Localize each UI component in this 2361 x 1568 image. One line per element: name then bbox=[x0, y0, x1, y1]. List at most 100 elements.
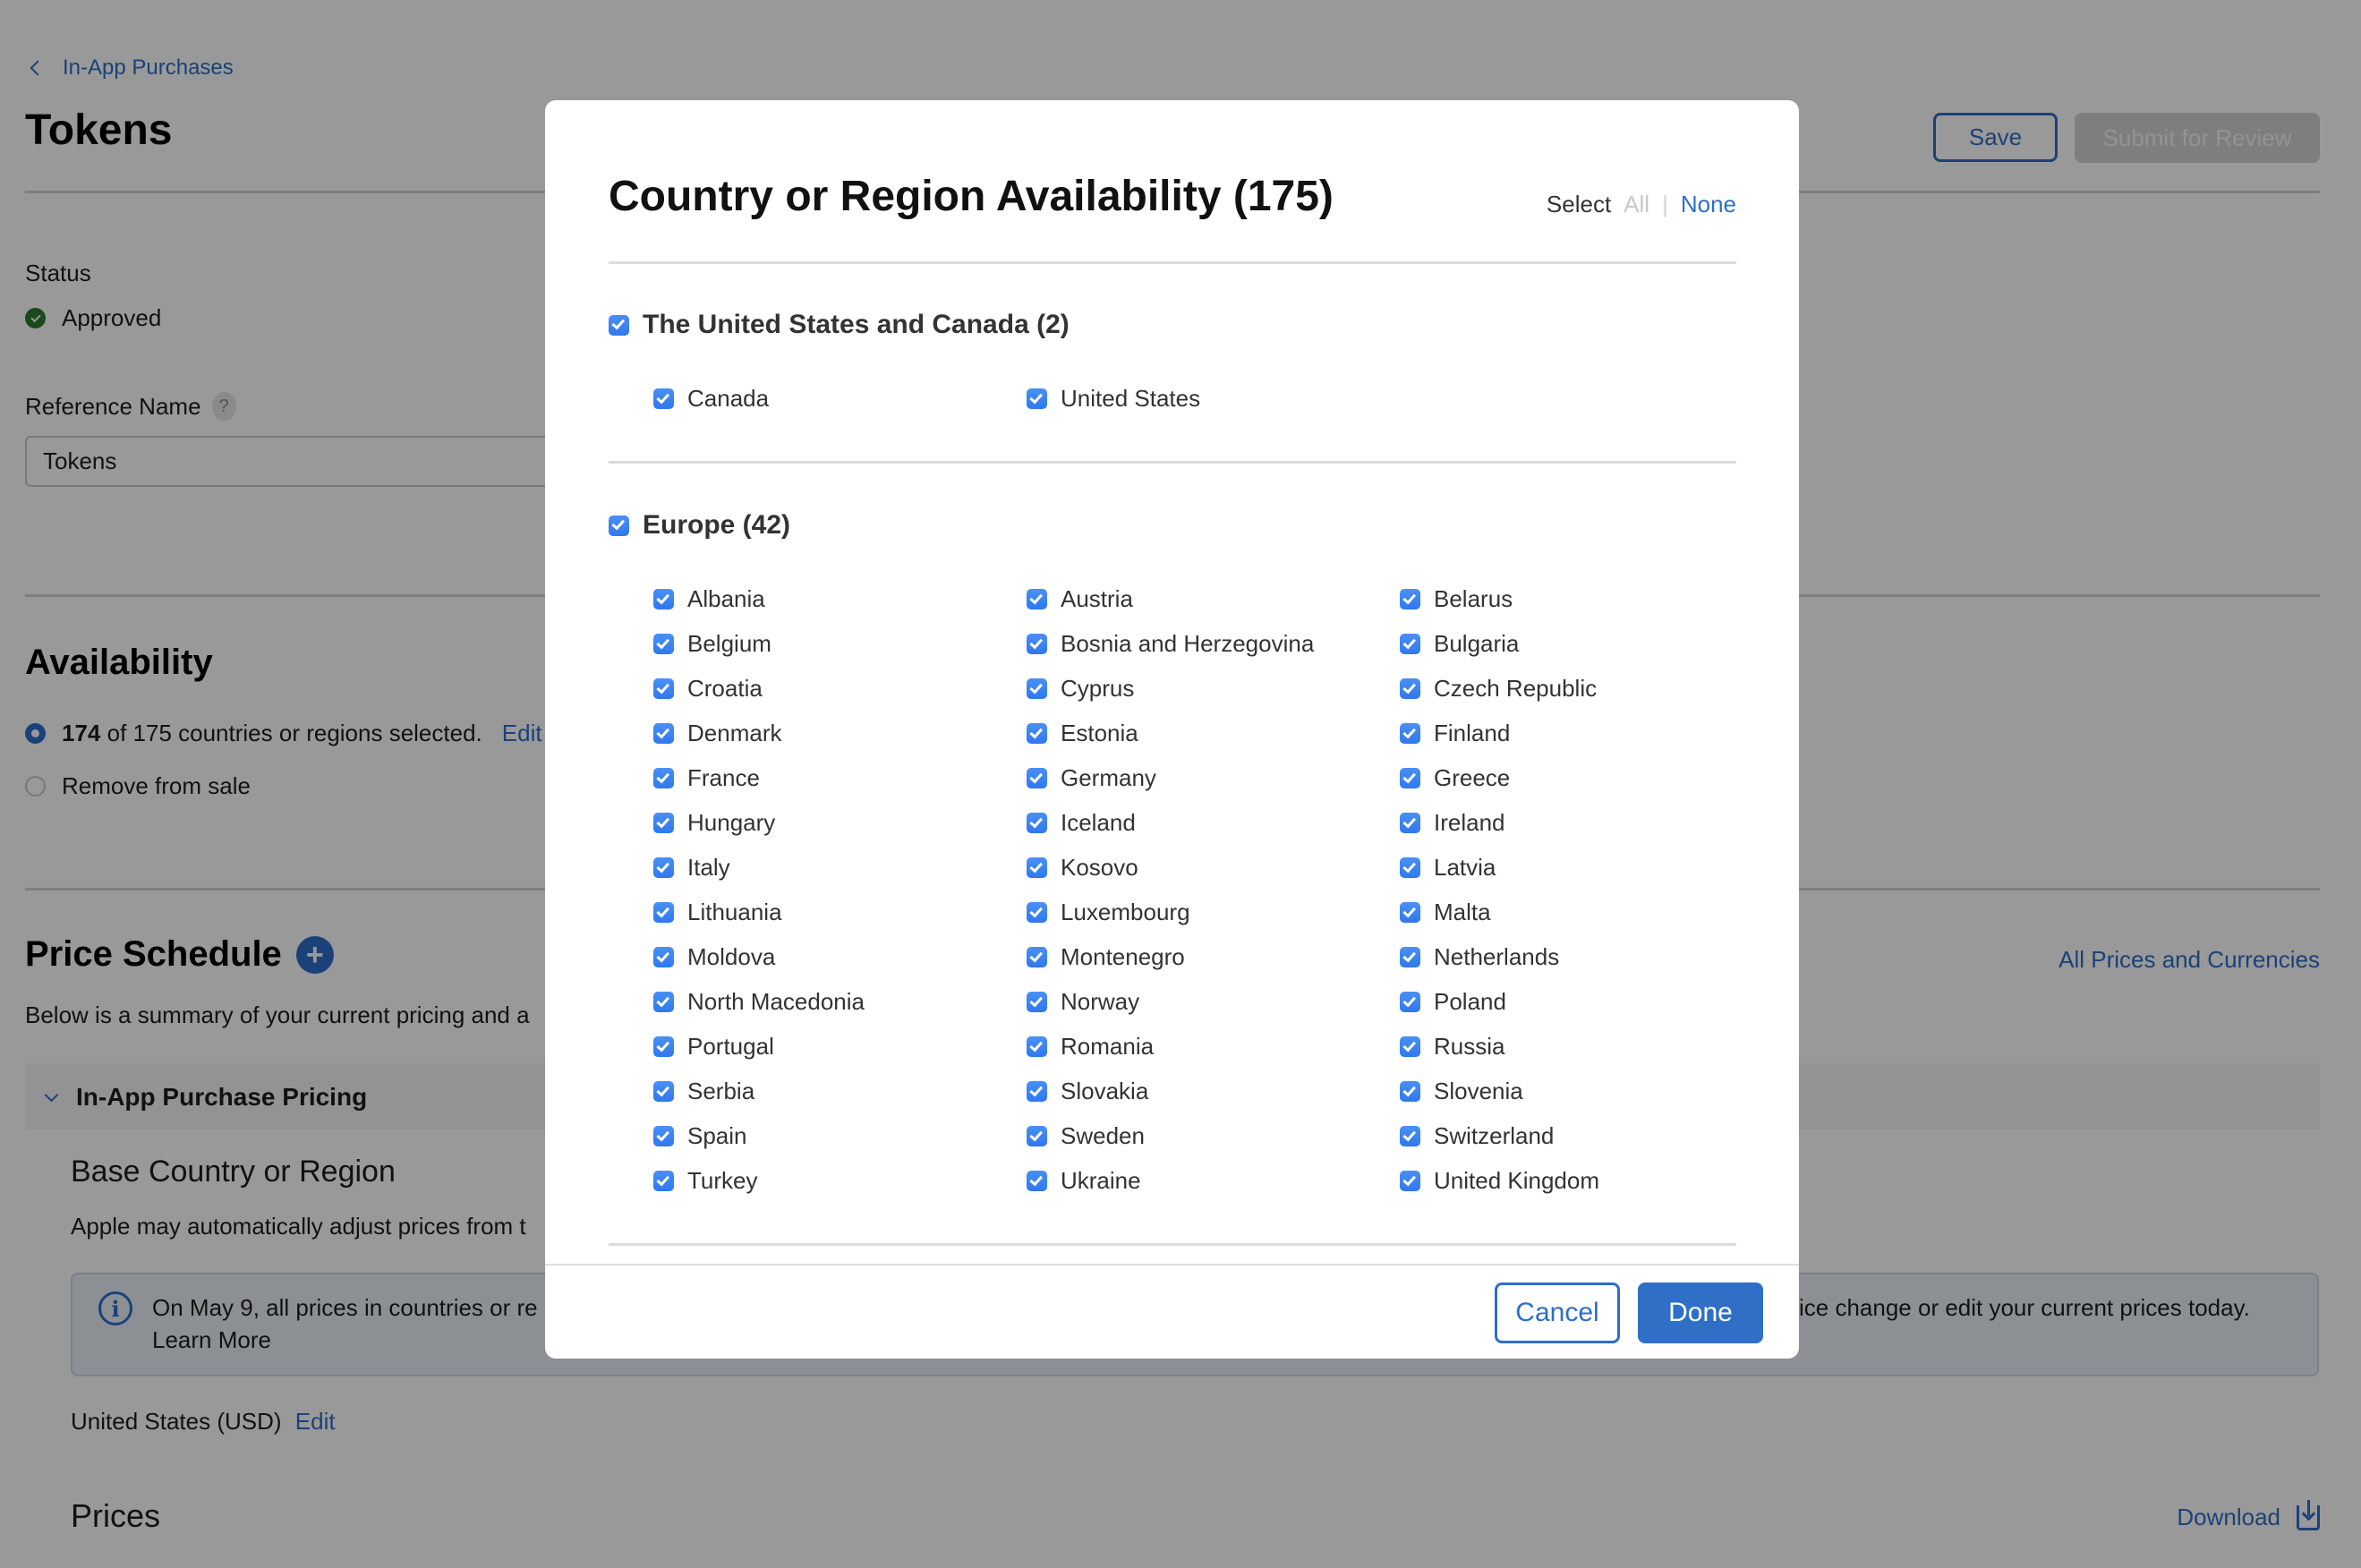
country-checkbox-item[interactable]: Croatia bbox=[653, 675, 763, 703]
checkbox-checked-icon[interactable] bbox=[1027, 678, 1047, 699]
checkbox-checked-icon[interactable] bbox=[1400, 857, 1420, 878]
country-checkbox-item[interactable]: Hungary bbox=[653, 809, 775, 837]
checkbox-checked-icon[interactable] bbox=[653, 589, 674, 609]
country-checkbox-item[interactable]: Denmark bbox=[653, 720, 781, 747]
country-checkbox-item[interactable]: Belgium bbox=[653, 630, 771, 658]
checkbox-checked-icon[interactable] bbox=[653, 634, 674, 654]
checkbox-checked-icon[interactable] bbox=[1027, 768, 1047, 788]
group-checkbox[interactable] bbox=[609, 515, 629, 536]
select-all-link[interactable]: All bbox=[1624, 191, 1649, 218]
checkbox-checked-icon[interactable] bbox=[653, 678, 674, 699]
country-checkbox-item[interactable]: Spain bbox=[653, 1122, 747, 1150]
country-checkbox-item[interactable]: Ukraine bbox=[1027, 1167, 1141, 1195]
checkbox-checked-icon[interactable] bbox=[1400, 678, 1420, 699]
checkbox-checked-icon[interactable] bbox=[653, 813, 674, 833]
country-checkbox-item[interactable]: Turkey bbox=[653, 1167, 758, 1195]
checkbox-checked-icon[interactable] bbox=[1027, 947, 1047, 967]
checkbox-checked-icon[interactable] bbox=[1400, 589, 1420, 609]
checkbox-checked-icon[interactable] bbox=[653, 857, 674, 878]
checkbox-checked-icon[interactable] bbox=[1400, 902, 1420, 923]
country-checkbox-item[interactable]: North Macedonia bbox=[653, 988, 865, 1016]
country-checkbox-item[interactable]: Ireland bbox=[1400, 809, 1505, 837]
checkbox-checked-icon[interactable] bbox=[1027, 1081, 1047, 1102]
country-checkbox-item[interactable]: Moldova bbox=[653, 943, 775, 971]
country-checkbox-item[interactable]: Estonia bbox=[1027, 720, 1138, 747]
checkbox-checked-icon[interactable] bbox=[1400, 1081, 1420, 1102]
country-checkbox-item[interactable]: Russia bbox=[1400, 1033, 1504, 1061]
country-label: Greece bbox=[1434, 764, 1511, 791]
country-checkbox-item[interactable]: Latvia bbox=[1400, 854, 1496, 882]
checkbox-checked-icon[interactable] bbox=[653, 1126, 674, 1146]
country-checkbox-item[interactable]: Serbia bbox=[653, 1078, 754, 1105]
checkbox-checked-icon[interactable] bbox=[1400, 723, 1420, 744]
country-label: Latvia bbox=[1434, 854, 1496, 881]
checkbox-checked-icon[interactable] bbox=[653, 902, 674, 923]
group-europe[interactable]: Europe (42) bbox=[609, 510, 790, 541]
country-checkbox-item[interactable]: Netherlands bbox=[1400, 943, 1559, 971]
country-checkbox-item[interactable]: Luxembourg bbox=[1027, 899, 1190, 926]
group-checkbox[interactable] bbox=[609, 314, 629, 336]
checkbox-checked-icon[interactable] bbox=[1400, 768, 1420, 788]
checkbox-checked-icon[interactable] bbox=[1400, 1171, 1420, 1191]
done-button[interactable]: Done bbox=[1638, 1283, 1763, 1343]
country-checkbox-item[interactable]: France bbox=[653, 764, 760, 792]
country-checkbox-item[interactable]: United Kingdom bbox=[1400, 1167, 1599, 1195]
checkbox-checked-icon[interactable] bbox=[653, 768, 674, 788]
country-checkbox-item[interactable]: Switzerland bbox=[1400, 1122, 1554, 1150]
country-checkbox-item[interactable]: Germany bbox=[1027, 764, 1156, 792]
country-checkbox-item[interactable]: Montenegro bbox=[1027, 943, 1185, 971]
checkbox-checked-icon[interactable] bbox=[1400, 1036, 1420, 1057]
select-none-link[interactable]: None bbox=[1681, 191, 1736, 218]
country-checkbox-item[interactable]: Portugal bbox=[653, 1033, 774, 1061]
country-checkbox-item[interactable]: Iceland bbox=[1027, 809, 1136, 837]
checkbox-checked-icon[interactable] bbox=[1027, 1036, 1047, 1057]
country-checkbox-item[interactable]: Belarus bbox=[1400, 585, 1513, 613]
checkbox-checked-icon[interactable] bbox=[1027, 992, 1047, 1012]
checkbox-checked-icon[interactable] bbox=[1027, 857, 1047, 878]
country-label: Italy bbox=[687, 854, 730, 881]
checkbox-checked-icon[interactable] bbox=[653, 1081, 674, 1102]
country-checkbox-item[interactable]: Norway bbox=[1027, 988, 1139, 1016]
checkbox-checked-icon[interactable] bbox=[1400, 992, 1420, 1012]
checkbox-checked-icon[interactable] bbox=[1027, 902, 1047, 923]
group-us-canada[interactable]: The United States and Canada (2) bbox=[609, 310, 1070, 340]
country-label: Slovenia bbox=[1434, 1078, 1523, 1104]
checkbox-checked-icon[interactable] bbox=[1027, 813, 1047, 833]
country-checkbox-item[interactable]: Austria bbox=[1027, 585, 1133, 613]
checkbox-checked-icon[interactable] bbox=[653, 388, 674, 409]
country-checkbox-item[interactable]: Canada bbox=[653, 385, 769, 413]
checkbox-checked-icon[interactable] bbox=[1027, 589, 1047, 609]
country-checkbox-item[interactable]: Bulgaria bbox=[1400, 630, 1519, 658]
checkbox-checked-icon[interactable] bbox=[1400, 947, 1420, 967]
country-checkbox-item[interactable]: Romania bbox=[1027, 1033, 1154, 1061]
country-checkbox-item[interactable]: Slovenia bbox=[1400, 1078, 1523, 1105]
country-checkbox-item[interactable]: Slovakia bbox=[1027, 1078, 1148, 1105]
checkbox-checked-icon[interactable] bbox=[1400, 813, 1420, 833]
checkbox-checked-icon[interactable] bbox=[653, 723, 674, 744]
country-checkbox-item[interactable]: Sweden bbox=[1027, 1122, 1145, 1150]
country-checkbox-item[interactable]: Albania bbox=[653, 585, 765, 613]
checkbox-checked-icon[interactable] bbox=[653, 992, 674, 1012]
checkbox-checked-icon[interactable] bbox=[1027, 723, 1047, 744]
checkbox-checked-icon[interactable] bbox=[653, 947, 674, 967]
country-checkbox-item[interactable]: Czech Republic bbox=[1400, 675, 1597, 703]
checkbox-checked-icon[interactable] bbox=[653, 1036, 674, 1057]
cancel-button[interactable]: Cancel bbox=[1495, 1283, 1620, 1343]
country-checkbox-item[interactable]: Bosnia and Herzegovina bbox=[1027, 630, 1314, 658]
checkbox-checked-icon[interactable] bbox=[1027, 634, 1047, 654]
checkbox-checked-icon[interactable] bbox=[653, 1171, 674, 1191]
checkbox-checked-icon[interactable] bbox=[1027, 388, 1047, 409]
country-checkbox-item[interactable]: Italy bbox=[653, 854, 730, 882]
country-checkbox-item[interactable]: Finland bbox=[1400, 720, 1510, 747]
country-checkbox-item[interactable]: Lithuania bbox=[653, 899, 782, 926]
country-checkbox-item[interactable]: United States bbox=[1027, 385, 1200, 413]
country-checkbox-item[interactable]: Greece bbox=[1400, 764, 1510, 792]
country-checkbox-item[interactable]: Poland bbox=[1400, 988, 1506, 1016]
country-checkbox-item[interactable]: Kosovo bbox=[1027, 854, 1138, 882]
checkbox-checked-icon[interactable] bbox=[1027, 1171, 1047, 1191]
checkbox-checked-icon[interactable] bbox=[1027, 1126, 1047, 1146]
checkbox-checked-icon[interactable] bbox=[1400, 634, 1420, 654]
country-checkbox-item[interactable]: Cyprus bbox=[1027, 675, 1134, 703]
country-checkbox-item[interactable]: Malta bbox=[1400, 899, 1491, 926]
checkbox-checked-icon[interactable] bbox=[1400, 1126, 1420, 1146]
